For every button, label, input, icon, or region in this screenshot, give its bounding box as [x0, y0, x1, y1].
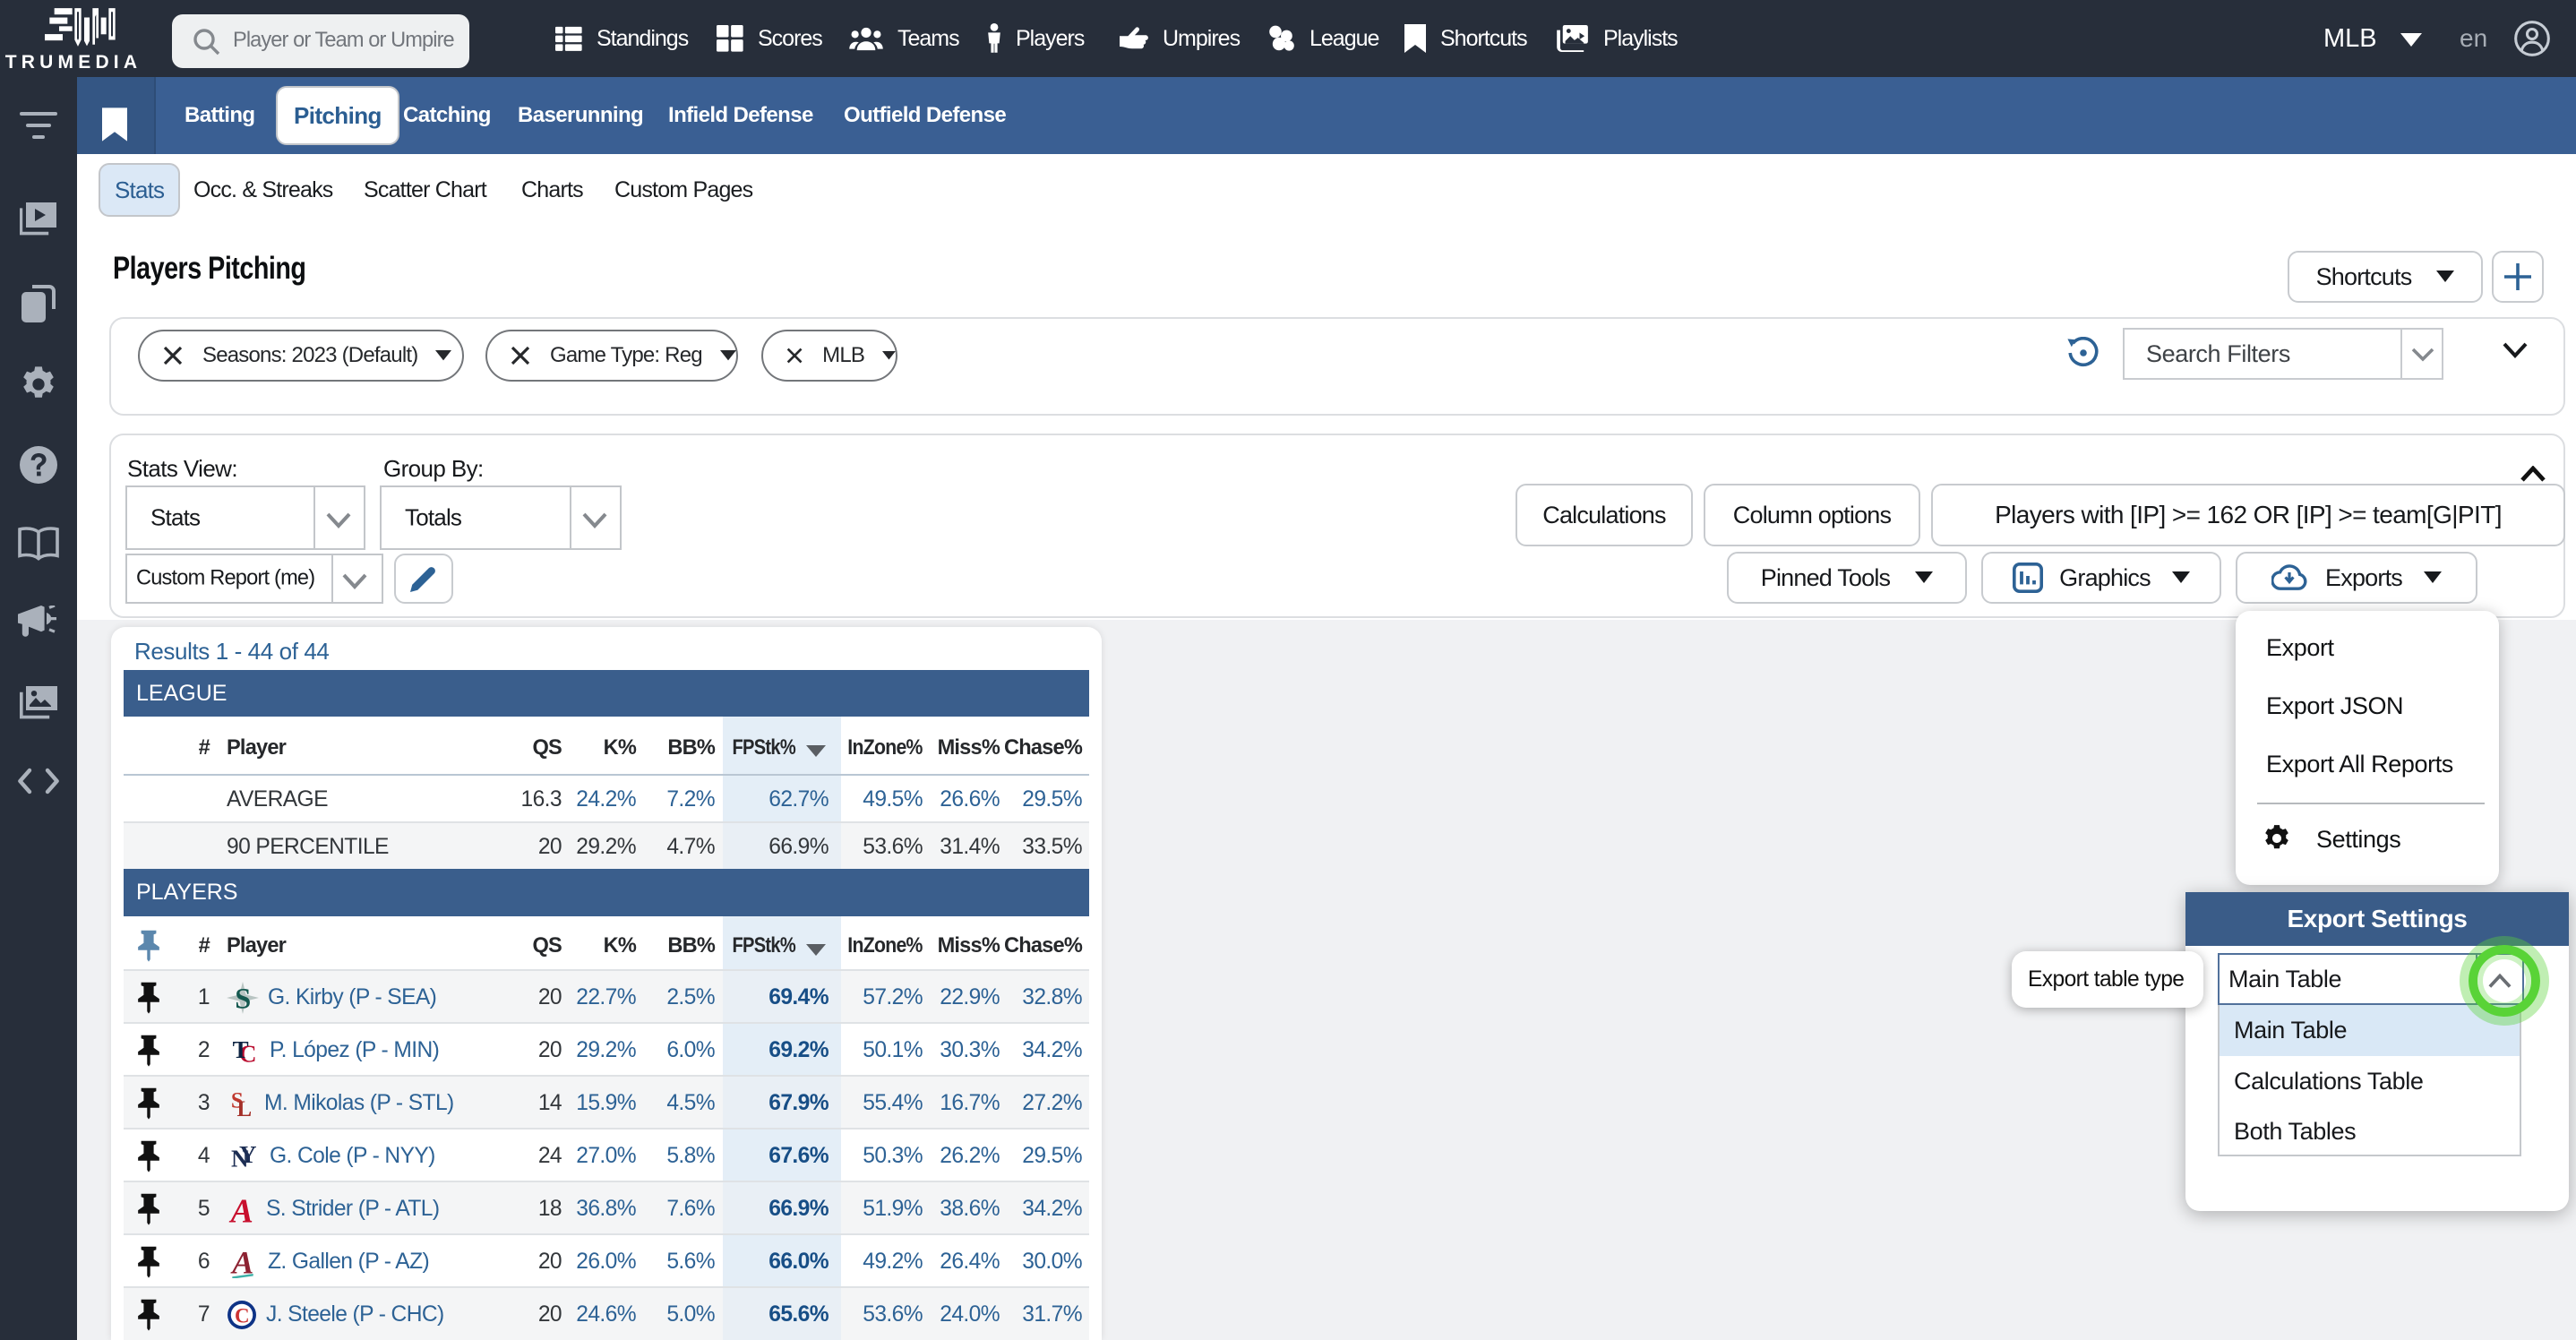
svg-text:S: S [235, 983, 250, 1013]
svg-text:A: A [230, 1246, 253, 1278]
svg-text:A: A [229, 1193, 253, 1225]
svg-text:C: C [235, 1304, 249, 1327]
svg-text:T: T [233, 1036, 249, 1063]
svg-text:Y: Y [239, 1141, 256, 1168]
svg-text:L: L [237, 1097, 252, 1120]
